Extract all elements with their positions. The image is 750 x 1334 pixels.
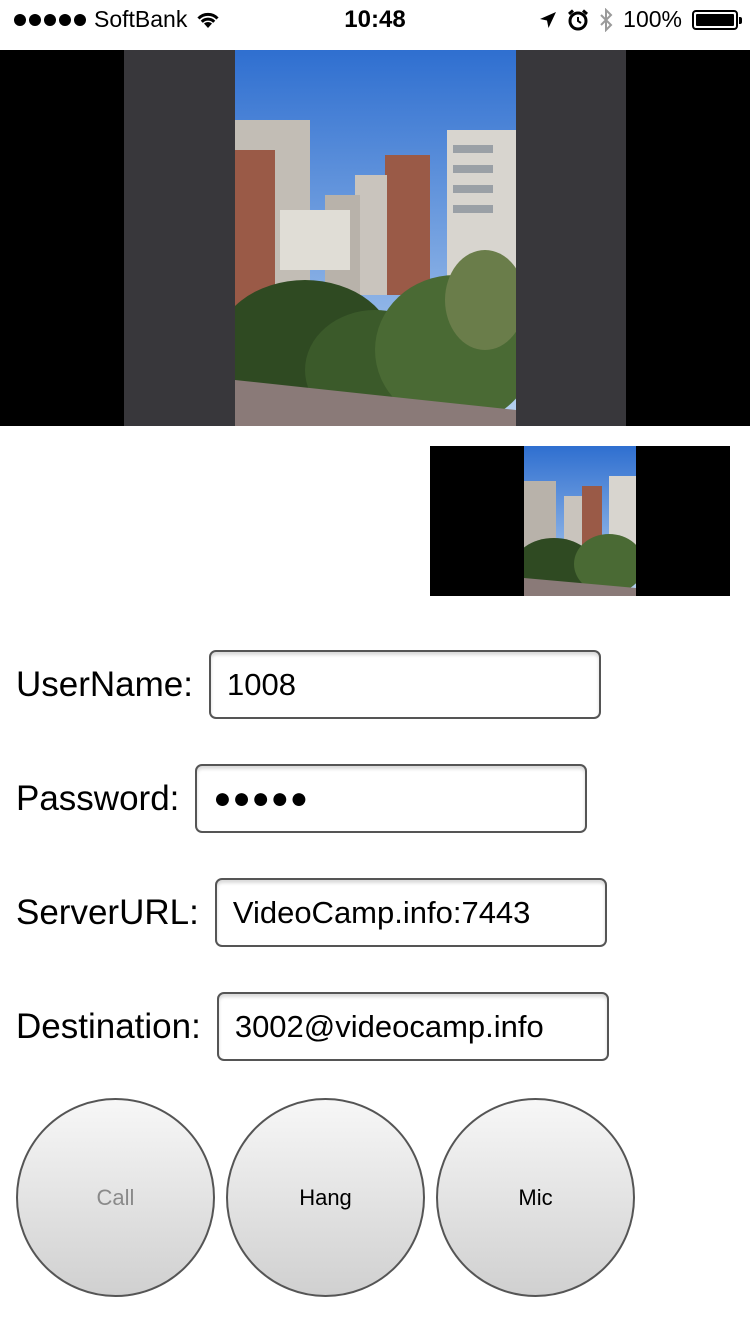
destination-input[interactable]: 3002@videocamp.info xyxy=(216,992,609,1061)
password-input[interactable]: ●●●●● xyxy=(195,764,588,833)
password-row: Password: ●●●●● xyxy=(16,764,588,833)
battery-percent: 100% xyxy=(623,6,682,32)
mic-button-label: Mic xyxy=(518,1184,553,1210)
server-url-label: ServerURL: xyxy=(16,892,199,932)
username-value: 1008 xyxy=(226,666,296,702)
remote-video-frame xyxy=(124,50,626,426)
battery-icon xyxy=(692,9,742,30)
location-arrow-icon xyxy=(540,11,557,28)
remote-video-view xyxy=(0,50,750,426)
status-bar: SoftBank 10:48 100% xyxy=(0,0,750,40)
username-label: UserName: xyxy=(16,664,193,704)
call-button-label: Call xyxy=(96,1184,135,1210)
server-url-input[interactable]: VideoCamp.info:7443 xyxy=(214,878,607,947)
hang-button[interactable]: Hang xyxy=(226,1098,425,1297)
local-preview-feed xyxy=(524,446,636,596)
mic-button[interactable]: Mic xyxy=(436,1098,635,1297)
server-url-row: ServerURL: VideoCamp.info:7443 xyxy=(16,878,607,947)
call-button[interactable]: Call xyxy=(16,1098,215,1297)
destination-label: Destination: xyxy=(16,1006,201,1046)
bluetooth-icon xyxy=(600,7,613,32)
server-url-value: VideoCamp.info:7443 xyxy=(232,894,531,930)
username-row: UserName: 1008 xyxy=(16,650,601,719)
status-right: 100% xyxy=(539,6,742,33)
remote-video-feed xyxy=(235,50,516,426)
destination-value: 3002@videocamp.info xyxy=(234,1008,544,1044)
username-input[interactable]: 1008 xyxy=(208,650,601,719)
password-label: Password: xyxy=(16,778,180,818)
alarm-icon xyxy=(568,8,589,30)
hang-button-label: Hang xyxy=(299,1184,352,1210)
password-value: ●●●●● xyxy=(213,781,310,815)
destination-row: Destination: 3002@videocamp.info xyxy=(16,992,609,1061)
local-video-view xyxy=(430,446,730,596)
